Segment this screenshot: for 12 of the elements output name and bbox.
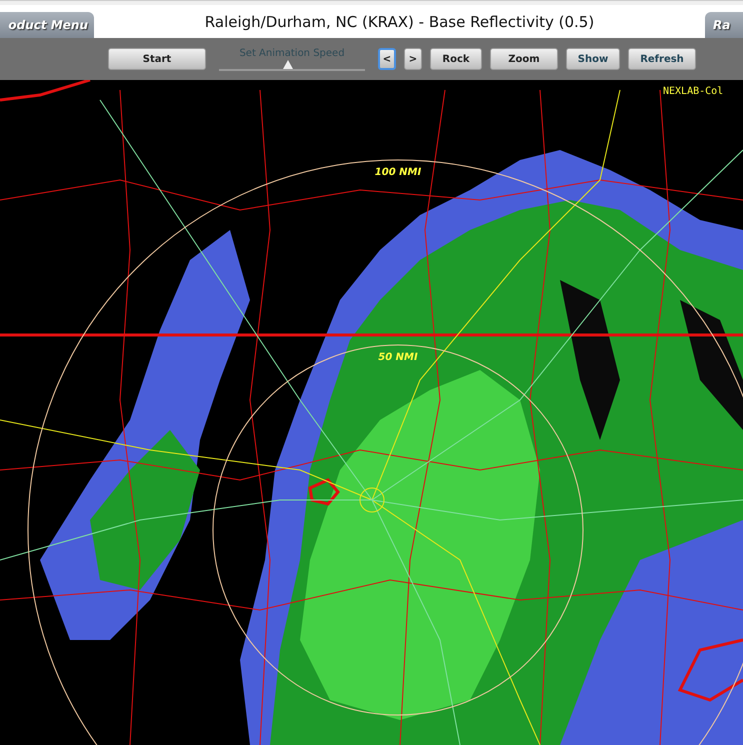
toolbar-button[interactable]: Rock	[430, 48, 482, 70]
start-button[interactable]: Start	[108, 48, 206, 70]
credit-text: NEXLAB-Col	[663, 86, 724, 97]
slider-label: Set Animation Speed	[239, 48, 345, 58]
step-button[interactable]: >	[404, 48, 422, 70]
toolbar-button[interactable]: Zoom	[490, 48, 558, 70]
range-label: 50 NMI	[378, 352, 418, 363]
range-label: 100 NMI	[374, 167, 422, 178]
toolbar-button[interactable]: Refresh	[628, 48, 696, 70]
page-title: Raleigh/Durham, NC (KRAX) - Base Reflectivity (0.5)	[204, 12, 596, 30]
step-button[interactable]: <	[378, 48, 396, 70]
toolbar-button[interactable]: Show	[566, 48, 620, 70]
